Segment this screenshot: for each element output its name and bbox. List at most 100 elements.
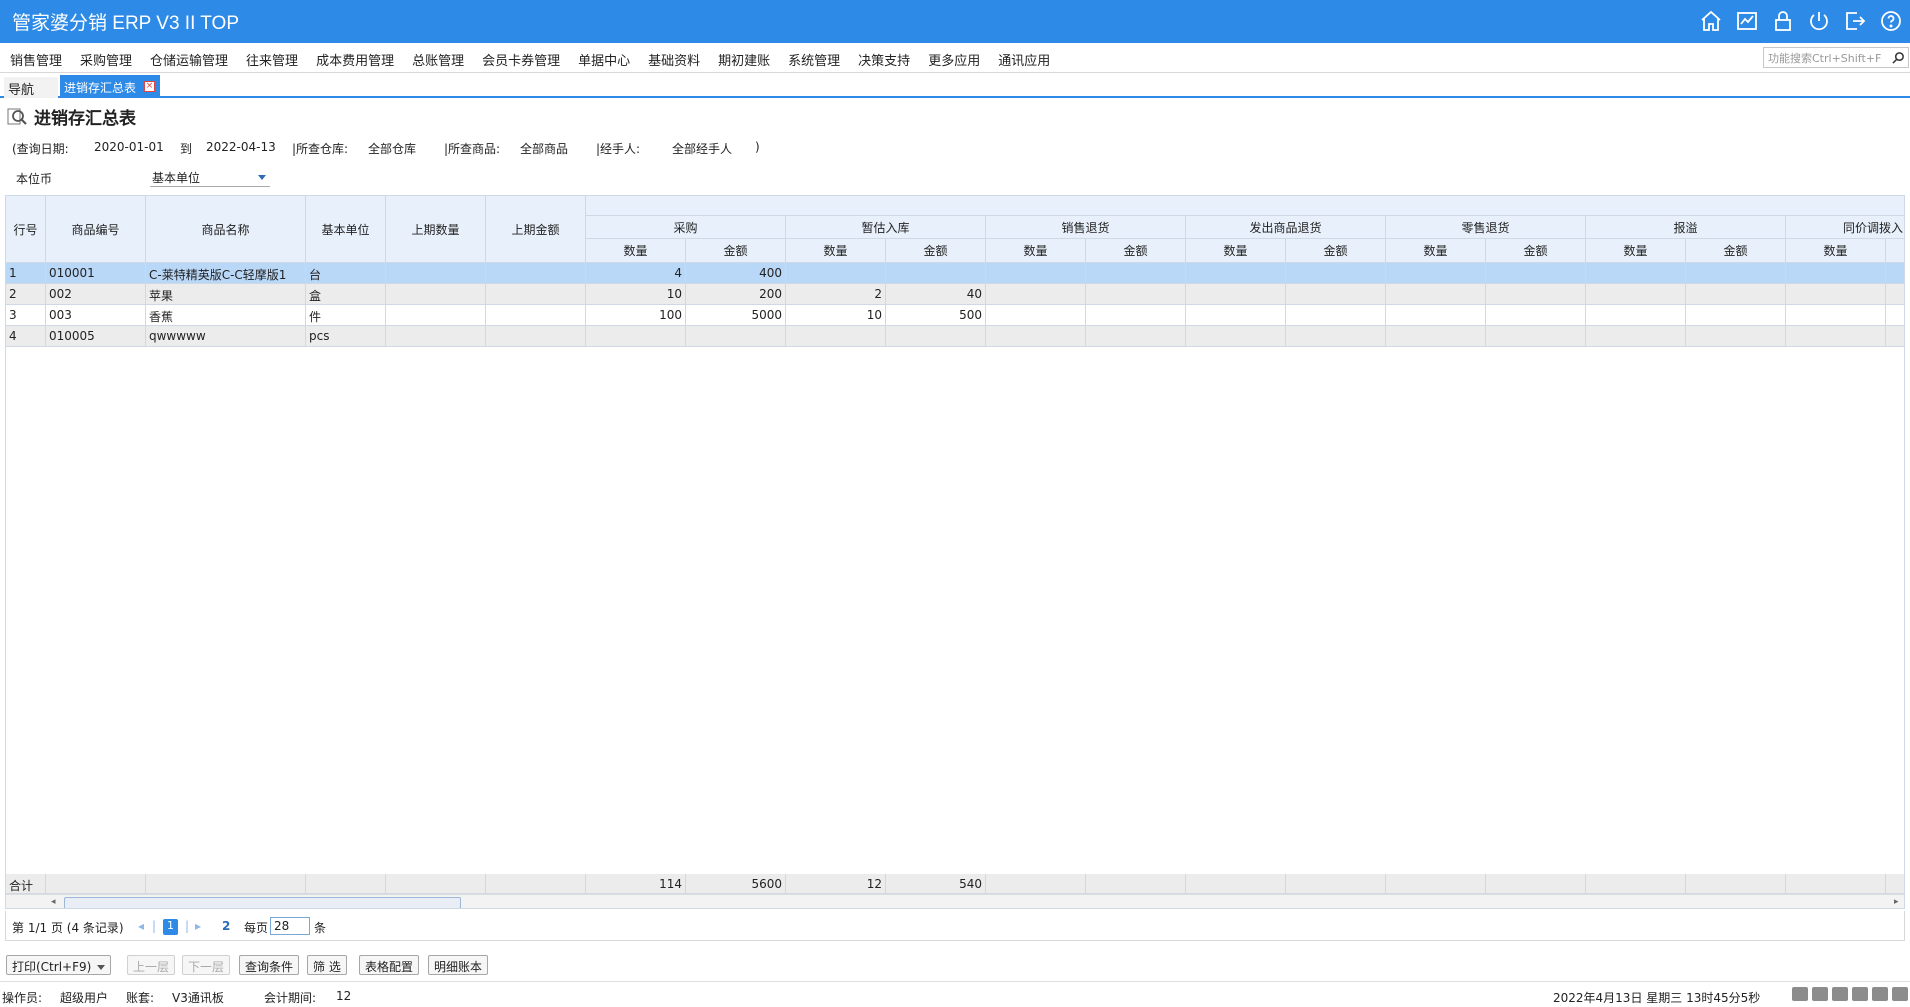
menu-item-opening[interactable]: 期初建账	[718, 50, 770, 69]
header-unit[interactable]: 基本单位	[306, 196, 386, 263]
header-qty[interactable]: 数量	[786, 239, 886, 263]
detail-ledger-button[interactable]: 明细账本	[428, 955, 489, 975]
menu-item-member[interactable]: 会员卡券管理	[482, 50, 560, 69]
table-row[interactable]: 3 003 香蕉 件 100 5000 10 500	[6, 305, 1904, 326]
tab-bar: 导航 进销存汇总表 ×	[0, 73, 1910, 98]
menu-item-documents[interactable]: 单据中心	[578, 50, 630, 69]
cell-est-qty	[786, 263, 886, 284]
table-row[interactable]: 1 010001 C-莱特精英版C-C轻摩版1 台 4 400	[6, 263, 1904, 284]
header-prev-amt[interactable]: 上期金额	[486, 196, 586, 263]
cell-empty	[986, 284, 1086, 305]
cell-empty	[1386, 284, 1486, 305]
chart-icon[interactable]	[1734, 8, 1760, 34]
apps-icon[interactable]	[1872, 987, 1888, 1001]
close-paren: )	[755, 140, 760, 154]
page-link[interactable]: 2	[222, 919, 230, 933]
close-icon[interactable]: ×	[144, 81, 155, 92]
next-page-icon[interactable]: ▸	[195, 919, 201, 933]
cell-empty	[1586, 874, 1686, 894]
header-qty[interactable]: 数量	[586, 239, 686, 263]
header-qty[interactable]: 数量	[986, 239, 1086, 263]
cell-empty	[1286, 284, 1386, 305]
lock-icon[interactable]	[1770, 8, 1796, 34]
header-spacer	[586, 196, 1904, 216]
grid-icon[interactable]	[1852, 987, 1868, 1001]
cell-empty	[1786, 263, 1886, 284]
scrollbar-thumb[interactable]	[64, 897, 461, 908]
table-config-button[interactable]: 表格配置	[359, 955, 420, 975]
header-group-estimate: 暂估入库	[786, 216, 986, 239]
header-amt[interactable]: 金额	[1486, 239, 1586, 263]
scroll-left-icon[interactable]: ◂	[51, 897, 56, 907]
table-row[interactable]: 4 010005 qwwwww pcs	[6, 326, 1904, 347]
header-amt[interactable]: 金额	[686, 239, 786, 263]
cell-est-qty: 2	[786, 284, 886, 305]
up-level-button[interactable]: 上一层	[127, 955, 176, 975]
menu-item-more[interactable]: 更多应用	[928, 50, 980, 69]
header-row-no[interactable]: 行号	[6, 196, 46, 263]
header-name[interactable]: 商品名称	[146, 196, 306, 263]
menu-item-decision[interactable]: 决策支持	[858, 50, 910, 69]
prev-page-icon[interactable]: ◂	[138, 919, 144, 933]
query-conditions-button[interactable]: 查询条件	[239, 955, 300, 975]
print-label: 打印(Ctrl+F9)	[12, 960, 92, 974]
power-icon[interactable]	[1806, 8, 1832, 34]
account-label: 账套:	[126, 991, 155, 1005]
tab-navigation[interactable]: 导航	[4, 77, 58, 98]
cell-empty	[1786, 305, 1886, 326]
per-page-unit: 条	[314, 921, 327, 935]
header-qty[interactable]: 数量	[1386, 239, 1486, 263]
header-amt[interactable]: 金额	[1086, 239, 1186, 263]
chevron-down-icon	[97, 965, 106, 970]
current-page-button[interactable]: 1	[163, 919, 178, 935]
exit-icon[interactable]	[1842, 8, 1868, 34]
header-amt[interactable]: 金额	[1286, 239, 1386, 263]
unit-select[interactable]: 基本单位	[150, 167, 270, 187]
header-qty[interactable]: 数量	[1186, 239, 1286, 263]
header-prev-qty[interactable]: 上期数量	[386, 196, 486, 263]
cell-empty	[146, 874, 306, 894]
cell-empty	[1186, 284, 1286, 305]
cell-empty	[1586, 284, 1686, 305]
menu-item-comm[interactable]: 通讯应用	[998, 50, 1050, 69]
cell-empty	[1786, 874, 1886, 894]
menu-item-accounts[interactable]: 往来管理	[246, 50, 298, 69]
menu-item-ledger[interactable]: 总账管理	[412, 50, 464, 69]
per-page-input[interactable]: 28	[270, 917, 310, 935]
table-row[interactable]: 2 002 苹果 盒 10 200 2 40	[6, 284, 1904, 305]
search-icon[interactable]	[1892, 51, 1905, 64]
cell-unit: 台	[306, 263, 386, 284]
menu-item-sales[interactable]: 销售管理	[10, 50, 62, 69]
horizontal-scrollbar[interactable]: ◂ ▸	[6, 894, 1904, 908]
cell-empty	[1286, 874, 1386, 894]
filter-button[interactable]: 筛 选	[307, 955, 347, 975]
menu-item-warehouse[interactable]: 仓储运输管理	[150, 50, 228, 69]
header-amt[interactable]: 金额	[1686, 239, 1786, 263]
menu-item-purchase[interactable]: 采购管理	[80, 50, 132, 69]
home-small-icon[interactable]	[1892, 987, 1908, 1001]
data-grid: 行号 商品编号 商品名称 基本单位 上期数量 上期金额 采购 暂估入库 销售退货…	[5, 195, 1905, 909]
home-icon[interactable]	[1698, 8, 1724, 34]
search-input[interactable]: 功能搜索Ctrl+Shift+F	[1763, 47, 1909, 68]
toolbar: 打印(Ctrl+F9) 上一层 下一层 查询条件 筛 选 表格配置 明细账本	[0, 950, 1910, 978]
down-level-button[interactable]: 下一层	[182, 955, 231, 975]
header-qty[interactable]: 数量	[1786, 239, 1886, 263]
print-button[interactable]: 打印(Ctrl+F9)	[6, 955, 112, 975]
account-value: V3通讯板	[172, 991, 224, 1005]
cell-code: 003	[46, 305, 146, 326]
notepad-icon[interactable]	[1812, 987, 1828, 1001]
header-amt[interactable]: 金额	[886, 239, 986, 263]
menu-item-basic[interactable]: 基础资料	[648, 50, 700, 69]
scroll-right-icon[interactable]: ▸	[1894, 897, 1899, 907]
menu-item-cost[interactable]: 成本费用管理	[316, 50, 394, 69]
cell-row-no: 2	[6, 284, 46, 305]
header-code[interactable]: 商品编号	[46, 196, 146, 263]
menu-item-system[interactable]: 系统管理	[788, 50, 840, 69]
cell-empty	[386, 874, 486, 894]
tab-inventory-summary[interactable]: 进销存汇总表 ×	[60, 75, 160, 98]
document-icon[interactable]	[1832, 987, 1848, 1001]
help-icon[interactable]	[1878, 8, 1904, 34]
cell-est-amt: 40	[886, 284, 986, 305]
message-icon[interactable]	[1792, 987, 1808, 1001]
header-qty[interactable]: 数量	[1586, 239, 1686, 263]
